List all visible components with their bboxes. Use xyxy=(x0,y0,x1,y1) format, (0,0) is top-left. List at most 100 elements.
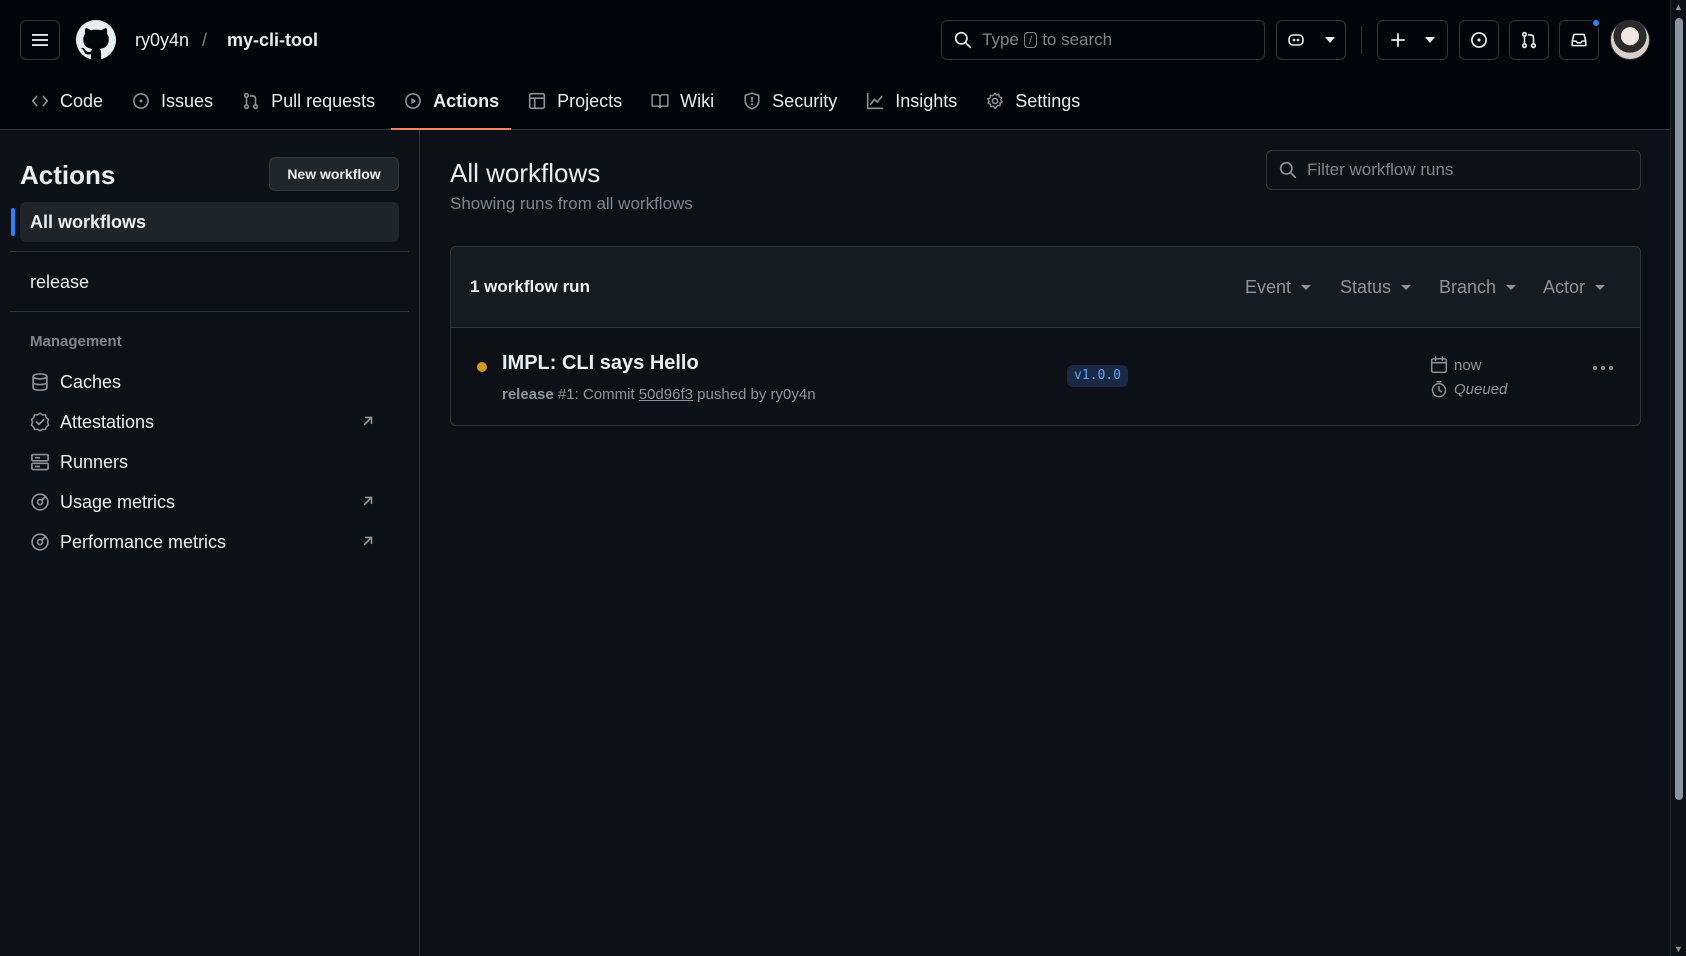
tab-pull-requests[interactable]: Pull requests xyxy=(229,80,387,122)
sidebar-item-label: Runners xyxy=(60,451,129,472)
issues-button[interactable] xyxy=(1459,20,1499,60)
tab-label: Wiki xyxy=(680,90,715,111)
tab-label: Code xyxy=(60,90,104,111)
chevron-down-icon xyxy=(1425,37,1435,43)
verified-icon xyxy=(30,412,50,432)
pull-request-icon xyxy=(1521,31,1537,49)
filter-label: Status xyxy=(1340,277,1392,297)
filter-workflow-runs-input[interactable]: Filter workflow runs xyxy=(1266,150,1641,190)
meter-icon xyxy=(31,493,49,511)
meter-icon xyxy=(31,533,49,551)
sidebar-item-all-workflows[interactable]: All workflows xyxy=(11,202,399,242)
search-prefix: Type xyxy=(982,30,1019,49)
event-filter-dropdown[interactable]: Event xyxy=(1245,277,1312,298)
page-scrollbar[interactable]: ▲ ▼ xyxy=(1670,0,1686,956)
run-number: #1: Commit xyxy=(557,386,635,403)
code-icon xyxy=(31,95,49,107)
chevron-down-icon[interactable] xyxy=(1325,37,1335,43)
tab-security[interactable]: Security xyxy=(730,80,849,122)
sidebar-item-release[interactable]: release xyxy=(20,262,399,302)
filter-label: Event xyxy=(1245,277,1292,297)
runs-list-header: 1 workflow run Event Status Branch Actor xyxy=(451,247,1640,328)
sidebar-item-performance-metrics[interactable]: Performance metrics xyxy=(20,522,399,562)
inbox-icon xyxy=(1571,33,1587,47)
sidebar-item-label: Caches xyxy=(60,371,122,392)
sidebar-divider xyxy=(10,251,409,252)
avatar[interactable] xyxy=(1610,20,1650,60)
global-header: ry0y4n / my-cli-tool Type / to search Co… xyxy=(0,0,1670,130)
tab-label: Settings xyxy=(1015,90,1081,111)
external-link-icon xyxy=(363,496,373,506)
sidebar-item-runners[interactable]: Runners xyxy=(20,442,399,482)
shield-icon xyxy=(744,92,760,110)
sidebar-item-caches[interactable]: Caches xyxy=(20,362,399,402)
breadcrumb-repo[interactable]: my-cli-tool xyxy=(227,30,318,51)
create-new-button[interactable] xyxy=(1377,20,1448,60)
run-title-link[interactable]: IMPL: CLI says Hello xyxy=(502,352,699,375)
tab-wiki[interactable]: Wiki xyxy=(638,80,726,122)
copilot-button[interactable] xyxy=(1276,20,1346,60)
run-duration: Queued xyxy=(1430,380,1507,398)
new-workflow-button[interactable]: New workflow xyxy=(269,157,399,191)
sidebar-title: Actions xyxy=(20,160,116,190)
filter-placeholder: Filter workflow runs xyxy=(1307,160,1454,179)
tab-code[interactable]: Code xyxy=(18,80,115,122)
tab-label: Insights xyxy=(895,90,958,111)
tab-label: Security xyxy=(772,90,838,111)
menu-button[interactable] xyxy=(20,20,60,60)
page-subtitle: Showing runs from all workflows xyxy=(450,194,693,213)
global-search-input[interactable]: Type / to search xyxy=(941,20,1265,60)
commit-link[interactable]: 50d96f3 xyxy=(639,386,693,403)
graph-icon xyxy=(867,92,884,110)
tab-settings[interactable]: Settings xyxy=(973,80,1092,122)
search-suffix: to search xyxy=(1042,30,1113,49)
issue-icon xyxy=(133,93,149,109)
tab-label: Actions xyxy=(433,90,500,111)
github-logo-icon[interactable] xyxy=(76,20,116,60)
sidebar-item-label: All workflows xyxy=(30,211,147,232)
chevron-down-icon xyxy=(1401,285,1412,290)
copilot-icon xyxy=(1288,34,1304,46)
scrollbar-thumb[interactable] xyxy=(1675,18,1683,800)
sidebar-item-label: Performance metrics xyxy=(60,531,227,552)
branch-tag[interactable]: v1.0.0 xyxy=(1067,365,1128,387)
breadcrumb-owner[interactable]: ry0y4n xyxy=(135,30,189,51)
search-icon xyxy=(1279,161,1297,179)
tab-issues[interactable]: Issues xyxy=(119,80,225,122)
run-status-text: Queued xyxy=(1454,380,1508,398)
issue-icon xyxy=(1471,32,1487,48)
tab-projects[interactable]: Projects xyxy=(515,80,634,122)
external-link-icon xyxy=(363,536,373,546)
run-time-text: now xyxy=(1454,356,1482,374)
scroll-down-arrow-icon[interactable]: ▼ xyxy=(1674,944,1683,954)
external-link-icon xyxy=(363,416,373,426)
chevron-down-icon xyxy=(1506,285,1517,290)
tab-label: Issues xyxy=(161,90,214,111)
tab-label: Pull requests xyxy=(271,90,376,111)
calendar-icon xyxy=(1430,356,1448,374)
sidebar-item-label: Usage metrics xyxy=(60,491,176,512)
play-icon xyxy=(405,93,422,109)
actor-filter-dropdown[interactable]: Actor xyxy=(1543,277,1606,298)
pull-request-icon xyxy=(243,92,259,110)
filter-label: Branch xyxy=(1439,277,1497,297)
sidebar-item-usage-metrics[interactable]: Usage metrics xyxy=(20,482,399,522)
pull-requests-button[interactable] xyxy=(1509,20,1549,60)
run-meta: release #1: Commit 50d96f3 pushed by ry0… xyxy=(502,386,816,403)
scroll-up-arrow-icon[interactable]: ▲ xyxy=(1674,2,1683,12)
tab-actions[interactable]: Actions xyxy=(391,80,512,130)
kebab-menu-icon[interactable] xyxy=(1593,366,1613,370)
run-workflow-name[interactable]: release xyxy=(502,386,554,403)
workflow-run-row[interactable]: IMPL: CLI says Hello release #1: Commit … xyxy=(451,328,1640,425)
hamburger-icon xyxy=(32,34,48,46)
actions-sidebar: Actions New workflow All workflows relea… xyxy=(0,130,420,956)
header-divider xyxy=(1361,26,1362,54)
search-shortcut-key: / xyxy=(1023,32,1038,48)
tab-insights[interactable]: Insights xyxy=(853,80,969,122)
pushed-by: pushed by ry0y4n xyxy=(697,386,816,403)
sidebar-item-attestations[interactable]: Attestations xyxy=(20,402,399,442)
breadcrumb-separator: / xyxy=(202,30,208,50)
repo-nav-tabs: Code Issues Pull requests Actions Projec… xyxy=(18,80,1096,130)
status-filter-dropdown[interactable]: Status xyxy=(1340,277,1412,298)
branch-filter-dropdown[interactable]: Branch xyxy=(1439,277,1517,298)
